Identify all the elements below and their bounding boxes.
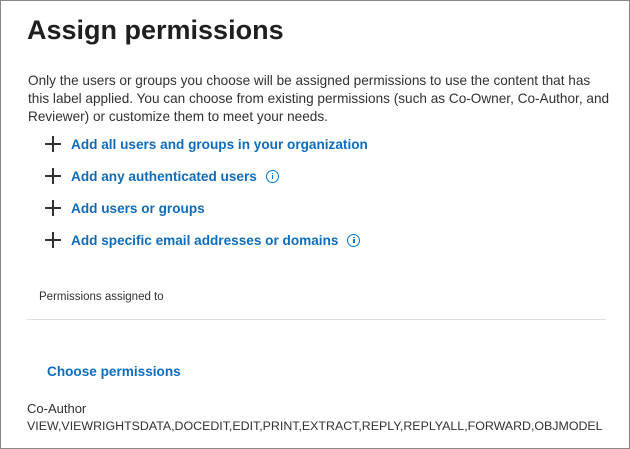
divider <box>27 319 606 320</box>
add-authenticated-users-button[interactable]: Add any authenticated users <box>45 165 279 187</box>
plus-icon <box>45 200 61 216</box>
plus-icon <box>45 168 61 184</box>
add-all-users-label: Add all users and groups in your organiz… <box>71 136 368 152</box>
add-users-or-groups-button[interactable]: Add users or groups <box>45 197 205 219</box>
info-icon[interactable] <box>265 169 279 183</box>
choose-permissions-link[interactable]: Choose permissions <box>47 364 181 379</box>
assign-permissions-panel: Assign permissions Only the users or gro… <box>0 0 630 449</box>
assigned-rights: VIEW,VIEWRIGHTSDATA,DOCEDIT,EDIT,PRINT,E… <box>27 419 603 433</box>
info-icon[interactable] <box>347 233 361 247</box>
page-title: Assign permissions <box>27 15 284 45</box>
plus-icon <box>45 232 61 248</box>
plus-icon <box>45 136 61 152</box>
add-all-users-button[interactable]: Add all users and groups in your organiz… <box>45 133 368 155</box>
add-email-domains-label: Add specific email addresses or domains <box>71 232 339 248</box>
add-authenticated-users-label: Add any authenticated users <box>71 168 257 184</box>
permissions-assigned-header: Permissions assigned to <box>39 291 164 303</box>
add-email-domains-button[interactable]: Add specific email addresses or domains <box>45 229 361 251</box>
add-users-or-groups-label: Add users or groups <box>71 200 205 216</box>
assigned-role: Co-Author <box>27 401 87 416</box>
description-text: Only the users or groups you choose will… <box>28 73 610 124</box>
